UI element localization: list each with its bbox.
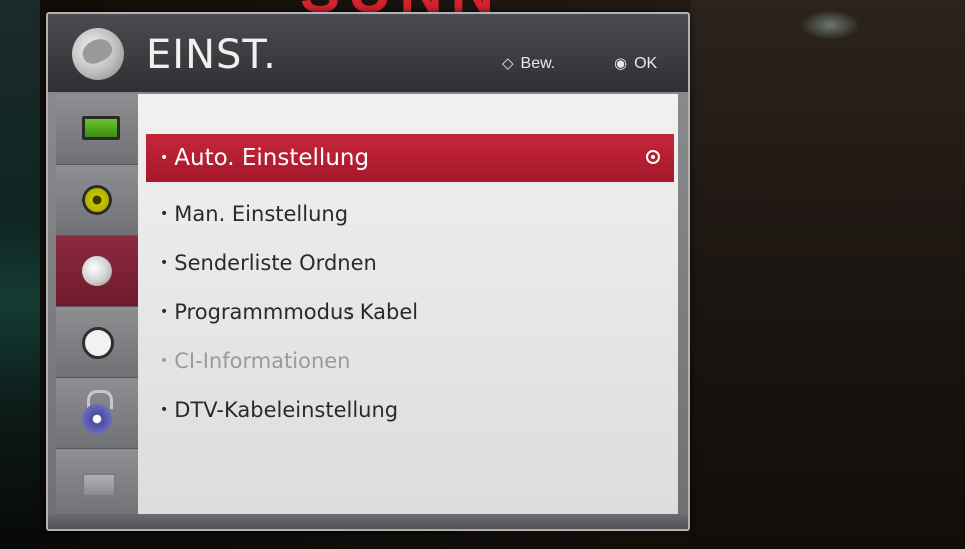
tv-icon: [82, 116, 120, 140]
sidebar-item-picture[interactable]: [56, 94, 138, 165]
menu-item-auto-tuning[interactable]: • Auto. Einstellung: [146, 134, 674, 182]
settings-list: • Auto. Einstellung • Man. Einstellung • Se…: [138, 94, 678, 522]
clock-icon: [82, 327, 114, 359]
page-title: EINST.: [146, 32, 277, 78]
move-hint-label: Bew.: [520, 55, 556, 72]
sidebar-item-time[interactable]: [56, 307, 138, 378]
menu-item-label: Programmmodus: [174, 300, 355, 324]
sidebar-item-lock[interactable]: [56, 378, 138, 449]
menu-item-program-mode[interactable]: • Programmmodus : Kabel: [146, 288, 674, 336]
speaker-icon: [82, 185, 112, 215]
sidebar-item-audio[interactable]: [56, 165, 138, 236]
program-mode-value: : Kabel: [346, 300, 419, 324]
tv-bezel-left: [0, 0, 40, 549]
category-sidebar: [56, 94, 138, 520]
menu-item-manual-tuning[interactable]: • Man. Einstellung: [146, 190, 674, 238]
menu-bottom-bar: [48, 514, 688, 529]
ok-button-icon: ◉: [614, 55, 628, 72]
menu-header: EINST. ◇ Bew. ◉ OK: [48, 14, 688, 92]
background-room: [690, 0, 965, 549]
menu-item-label: Auto. Einstellung: [174, 145, 370, 171]
move-hint: ◇ Bew.: [502, 54, 555, 73]
tv-photo-scene: SUNN EINST. ◇Bew. ◉OK: [0, 0, 965, 549]
settings-menu-window: EINST. ◇ Bew. ◉ OK • Auto. Einstellung •…: [46, 12, 690, 531]
navigate-arrows-icon: ◇: [502, 55, 514, 72]
menu-item-label: Man. Einstellung: [174, 202, 349, 226]
menu-item-label: Senderliste Ordnen: [174, 251, 377, 275]
menu-item-label: CI-Informationen: [174, 349, 351, 373]
menu-item-label: DTV-Kabeleinstellung: [174, 398, 399, 422]
menu-item-dtv-cable-setup[interactable]: • DTV-Kabeleinstellung: [146, 386, 674, 434]
satellite-dish-icon: [82, 256, 112, 286]
menu-item-ci-info: • CI-Informationen: [160, 349, 351, 373]
sidebar-item-setup[interactable]: [56, 236, 138, 307]
ok-hint-label: OK: [634, 55, 658, 72]
satellite-dish-icon: [72, 28, 124, 80]
toolbox-icon: [82, 473, 116, 497]
background-light: [800, 10, 860, 40]
lock-icon: [82, 404, 112, 434]
ok-hint: ◉ OK: [614, 54, 657, 73]
menu-item-channel-edit[interactable]: • Senderliste Ordnen: [146, 239, 674, 287]
ok-indicator-icon: [646, 150, 660, 164]
sidebar-item-support[interactable]: [56, 449, 138, 520]
